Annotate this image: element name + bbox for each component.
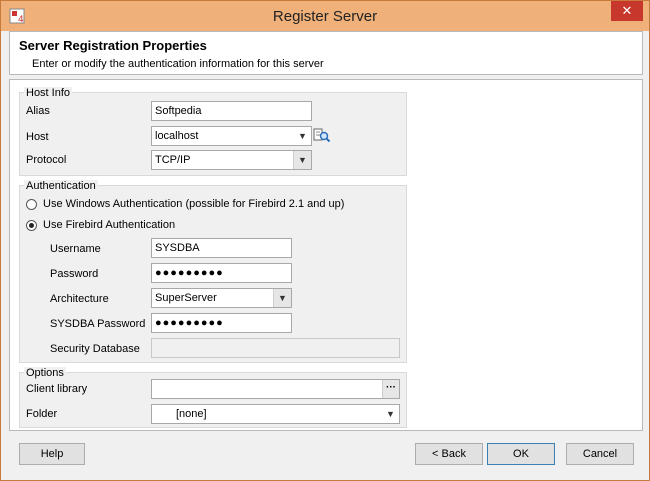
- client-library-input[interactable]: ···: [151, 379, 400, 399]
- protocol-select[interactable]: TCP/IP ▼: [151, 150, 312, 170]
- architecture-value: SuperServer: [155, 292, 217, 304]
- authentication-title: Authentication: [24, 180, 98, 192]
- chevron-down-icon[interactable]: ▼: [382, 405, 399, 423]
- security-database-label: Security Database: [50, 343, 140, 355]
- password-input[interactable]: ●●●●●●●●●: [151, 263, 292, 283]
- windows-auth-radio[interactable]: [26, 199, 37, 210]
- options-title: Options: [24, 367, 66, 379]
- cancel-button[interactable]: Cancel: [566, 443, 634, 465]
- security-database-input: [151, 338, 400, 358]
- windows-auth-label[interactable]: Use Windows Authentication (possible for…: [43, 198, 344, 210]
- host-select[interactable]: localhost ▼: [151, 126, 312, 146]
- firebird-auth-label[interactable]: Use Firebird Authentication: [43, 219, 175, 231]
- back-button[interactable]: < Back: [415, 443, 483, 465]
- title-bar: 4 Register Server ✕: [1, 1, 649, 31]
- protocol-value: TCP/IP: [155, 154, 191, 166]
- architecture-select[interactable]: SuperServer ▼: [151, 288, 292, 308]
- architecture-label: Architecture: [50, 293, 109, 305]
- host-info-group: Host Info Alias Softpedia Host localhost…: [19, 87, 407, 176]
- host-label: Host: [26, 131, 49, 143]
- sysdba-password-input[interactable]: ●●●●●●●●●: [151, 313, 292, 333]
- password-label: Password: [50, 268, 99, 280]
- chevron-down-icon[interactable]: ▼: [293, 151, 311, 169]
- help-button[interactable]: Help: [19, 443, 85, 465]
- username-label: Username: [50, 243, 101, 255]
- browse-button[interactable]: ···: [382, 380, 399, 398]
- alias-input[interactable]: Softpedia: [151, 101, 312, 121]
- page-subtitle: Enter or modify the authentication infor…: [32, 58, 324, 70]
- header-panel: Server Registration Properties Enter or …: [9, 31, 643, 75]
- register-server-window: 4 Register Server ✕ Server Registration …: [0, 0, 650, 481]
- close-button[interactable]: ✕: [611, 1, 643, 21]
- search-server-icon[interactable]: [313, 127, 331, 143]
- folder-value: [none]: [176, 408, 207, 420]
- firebird-auth-radio[interactable]: [26, 220, 37, 231]
- options-group: Options Client library ··· Folder [none]…: [19, 367, 407, 428]
- page-title: Server Registration Properties: [19, 38, 207, 53]
- client-library-label: Client library: [26, 383, 88, 395]
- radio-selected-dot: [29, 223, 34, 228]
- chevron-down-icon[interactable]: ▼: [294, 127, 311, 145]
- chevron-down-icon[interactable]: ▼: [273, 289, 291, 307]
- username-input[interactable]: SYSDBA: [151, 238, 292, 258]
- protocol-label: Protocol: [26, 154, 67, 166]
- ok-button[interactable]: OK: [487, 443, 555, 465]
- folder-label: Folder: [26, 408, 58, 420]
- host-info-title: Host Info: [24, 87, 73, 99]
- authentication-group: Authentication Use Windows Authenticatio…: [19, 180, 407, 363]
- window-title: Register Server: [272, 8, 378, 25]
- sysdba-password-label: SYSDBA Password: [50, 318, 146, 330]
- folder-select[interactable]: [none] ▼: [151, 404, 400, 424]
- host-value: localhost: [155, 130, 199, 142]
- alias-label: Alias: [26, 105, 50, 117]
